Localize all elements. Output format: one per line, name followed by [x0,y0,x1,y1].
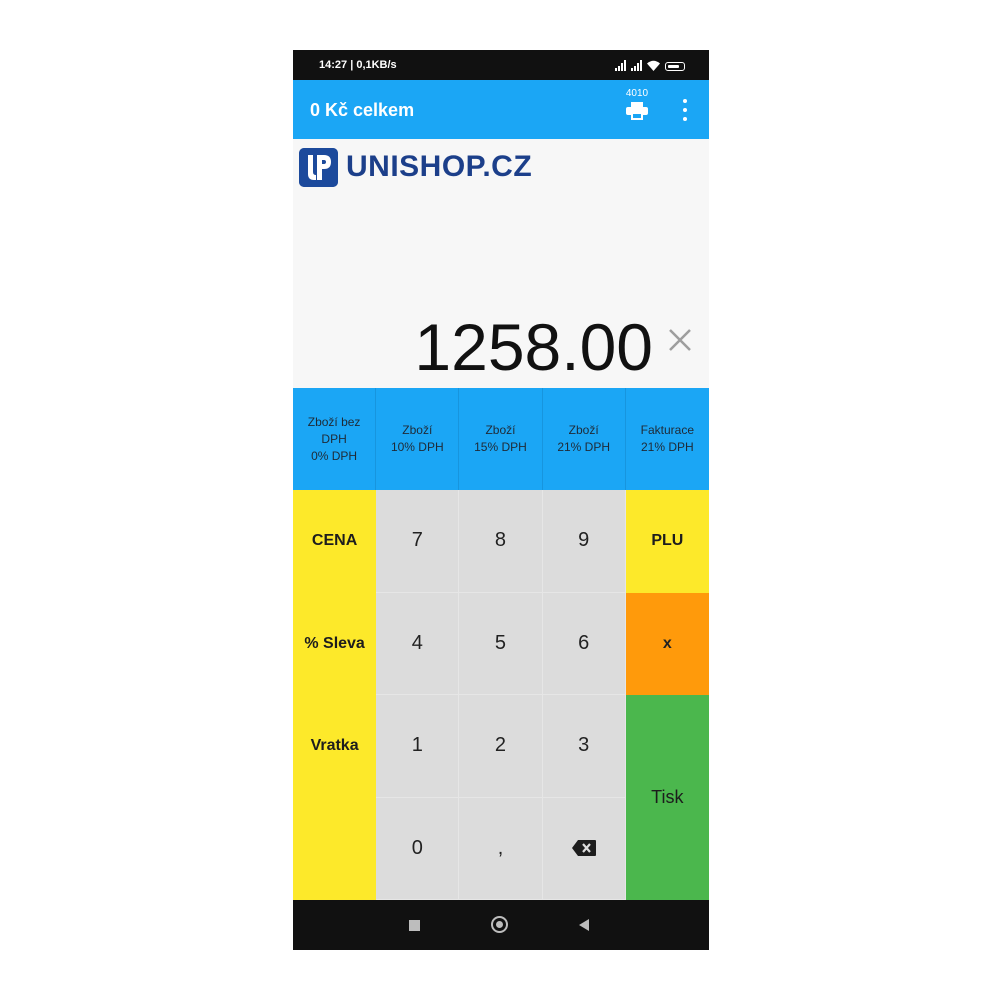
signal-icon-2 [631,60,642,71]
square-icon[interactable] [409,920,420,931]
key-9[interactable]: 9 [542,490,626,593]
key-7[interactable]: 7 [376,490,460,593]
printer-icon [626,102,648,120]
back-triangle-icon[interactable] [579,919,589,931]
status-time: 14:27 | 0,1KB/s [319,59,397,71]
vat-button-15[interactable]: Zboží 15% DPH [459,388,543,490]
unishop-logo: UNISHOP.CZ [299,147,532,187]
key-4[interactable]: 4 [376,592,460,695]
key-comma[interactable]: , [459,797,543,900]
key-1[interactable]: 1 [376,695,460,798]
status-bar: 14:27 | 0,1KB/s [293,50,709,80]
amount-display: 1258.00 [414,310,653,384]
logo-mark-icon [299,147,338,187]
wifi-icon [647,60,660,71]
print-button[interactable]: 4010 [617,88,657,130]
vat-category-row: Zboží bez DPH 0% DPH Zboží 10% DPH Zboží… [293,388,709,490]
return-button[interactable]: Vratka [293,695,377,798]
signal-icon [615,60,626,71]
status-icons [615,59,685,71]
print-count: 4010 [625,88,649,99]
app-bar: 0 Kč celkem 4010 [293,80,709,139]
vat-button-0[interactable]: Zboží bez DPH 0% DPH [293,388,377,490]
key-8[interactable]: 8 [459,490,543,593]
empty-cell [293,797,377,900]
multiply-button[interactable]: x [625,592,709,695]
backspace-icon [571,840,596,857]
close-icon[interactable] [667,327,693,353]
discount-button[interactable]: % Sleva [293,592,377,695]
print-receipt-button[interactable]: Tisk [625,695,709,900]
circle-home-icon[interactable] [491,916,508,933]
backspace-button[interactable] [542,797,626,900]
keypad: CENA 7 8 9 PLU % Sleva 4 5 6 x Vratka 1 … [293,490,709,900]
key-2[interactable]: 2 [459,695,543,798]
cena-button[interactable]: CENA [293,490,377,593]
vat-button-21[interactable]: Zboží 21% DPH [542,388,626,490]
total-title: 0 Kč celkem [310,100,415,120]
phone-screen: 14:27 | 0,1KB/s 0 Kč celkem 4010 UNISHOP… [293,50,709,950]
battery-icon [665,62,685,71]
key-0[interactable]: 0 [376,797,460,900]
vat-button-10[interactable]: Zboží 10% DPH [376,388,460,490]
system-nav-bar [293,900,709,950]
logo-text: UNISHOP.CZ [346,150,533,183]
more-vert-icon[interactable] [677,99,693,121]
key-3[interactable]: 3 [542,695,626,798]
invoice-button-21[interactable]: Fakturace 21% DPH [625,388,709,490]
plu-button[interactable]: PLU [625,490,709,593]
key-6[interactable]: 6 [542,592,626,695]
main-display: UNISHOP.CZ 1258.00 [293,139,709,388]
key-5[interactable]: 5 [459,592,543,695]
